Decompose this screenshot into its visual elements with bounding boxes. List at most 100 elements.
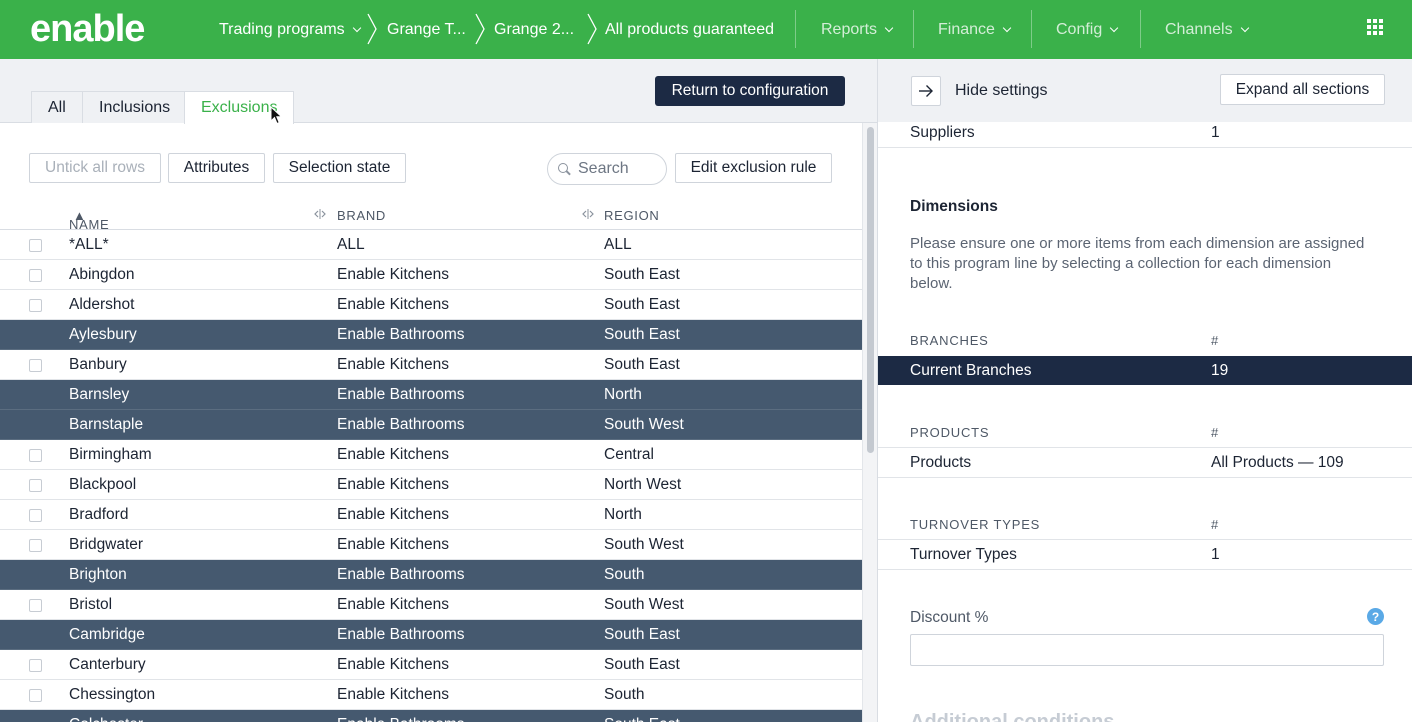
row-checkbox[interactable]: [29, 689, 42, 702]
chevron-down-icon: [352, 23, 361, 32]
expand-all-sections-label: Expand all sections: [1235, 80, 1370, 98]
arrow-right-icon: [919, 85, 933, 97]
cell-name: Barnsley: [69, 386, 130, 403]
tabs-header: All Inclusions Exclusions Return to conf…: [0, 59, 877, 124]
row-checkbox[interactable]: [29, 359, 42, 372]
table-row[interactable]: Brighton Enable Bathrooms South: [0, 560, 862, 590]
table-row[interactable]: Chessington Enable Kitchens South: [0, 680, 862, 710]
untick-all-rows-label: Untick all rows: [45, 159, 145, 176]
nav-finance[interactable]: Finance: [938, 0, 1012, 59]
cell-region: South East: [604, 266, 680, 283]
cell-name: Aylesbury: [69, 326, 137, 343]
nav-trading-programs[interactable]: Trading programs: [219, 0, 361, 59]
turnover-types-value: 1: [1211, 546, 1220, 563]
cell-name: Barnstaple: [69, 416, 144, 433]
table-row[interactable]: Colchester Enable Bathrooms South East: [0, 710, 862, 722]
nav-divider: [913, 10, 914, 48]
edit-exclusion-rule-button[interactable]: Edit exclusion rule: [675, 153, 832, 183]
selection-state-button[interactable]: Selection state: [273, 153, 406, 183]
search-icon: [558, 163, 570, 175]
row-checkbox[interactable]: [29, 269, 42, 282]
row-checkbox[interactable]: [29, 299, 42, 312]
cell-region: South West: [604, 596, 684, 613]
products-caption: PRODUCTS: [910, 425, 990, 440]
table-row[interactable]: Aylesbury Enable Bathrooms South East: [0, 320, 862, 350]
nav-config[interactable]: Config: [1056, 0, 1119, 59]
table-row[interactable]: Blackpool Enable Kitchens North West: [0, 470, 862, 500]
table-row[interactable]: Aldershot Enable Kitchens South East: [0, 290, 862, 320]
current-branches-row[interactable]: Current Branches 19: [878, 356, 1412, 385]
turnover-types-caption: TURNOVER TYPES: [910, 517, 1041, 532]
turnover-types-label: Turnover Types: [910, 546, 1017, 563]
discount-input[interactable]: [910, 634, 1384, 666]
cell-name: Abingdon: [69, 266, 135, 283]
table-row[interactable]: Abingdon Enable Kitchens South East: [0, 260, 862, 290]
breadcrumb-separator-icon: [587, 13, 597, 45]
table-row[interactable]: Canterbury Enable Kitchens South East: [0, 650, 862, 680]
table-row[interactable]: Barnstaple Enable Bathrooms South West: [0, 410, 862, 440]
column-resize-icon[interactable]: [582, 208, 594, 220]
cell-region: North: [604, 386, 642, 403]
cell-brand: Enable Kitchens: [337, 266, 450, 283]
cell-brand: Enable Bathrooms: [337, 626, 465, 643]
cell-region: South: [604, 686, 645, 703]
current-branches-value: 19: [1211, 362, 1229, 379]
turnover-count-caption: #: [1211, 517, 1220, 532]
app-grid-icon[interactable]: [1367, 19, 1383, 35]
table-row[interactable]: *ALL* ALL ALL: [0, 230, 862, 260]
row-checkbox[interactable]: [29, 479, 42, 492]
row-checkbox[interactable]: [29, 539, 42, 552]
search-input[interactable]: Search: [547, 153, 667, 185]
tab-all[interactable]: All: [31, 91, 83, 123]
cell-brand: ALL: [337, 236, 365, 253]
column-resize-icon[interactable]: [314, 208, 326, 220]
tab-label: All: [48, 98, 66, 116]
column-header-region[interactable]: REGION: [604, 208, 659, 223]
row-checkbox[interactable]: [29, 599, 42, 612]
table-row[interactable]: Banbury Enable Kitchens South East: [0, 350, 862, 380]
breadcrumb-grange-program[interactable]: Grange 2...: [494, 0, 574, 59]
tab-inclusions[interactable]: Inclusions: [82, 91, 188, 123]
nav-reports[interactable]: Reports: [821, 0, 894, 59]
nav-trading-programs-label: Trading programs: [219, 20, 345, 38]
settings-panel: Hide settings Expand all sections Suppli…: [877, 59, 1412, 722]
nav-divider: [1031, 10, 1032, 48]
cell-brand: Enable Kitchens: [337, 506, 450, 523]
cell-brand: Enable Kitchens: [337, 476, 450, 493]
expand-all-sections-button[interactable]: Expand all sections: [1220, 74, 1385, 105]
cell-region: South West: [604, 416, 684, 433]
help-icon[interactable]: ?: [1367, 608, 1384, 625]
dimensions-heading: Dimensions: [910, 198, 998, 215]
nav-finance-label: Finance: [938, 20, 995, 38]
column-header-name[interactable]: NAME ▲: [69, 208, 109, 232]
cell-region: South West: [604, 536, 684, 553]
table-row[interactable]: Barnsley Enable Bathrooms North: [0, 380, 862, 410]
top-navigation-bar: enable Trading programs Grange T... Gran…: [0, 0, 1412, 59]
row-checkbox[interactable]: [29, 449, 42, 462]
table-scrollbar[interactable]: [862, 123, 877, 722]
row-checkbox[interactable]: [29, 509, 42, 522]
row-checkbox[interactable]: [29, 659, 42, 672]
table-row[interactable]: Birmingham Enable Kitchens Central: [0, 440, 862, 470]
turnover-types-row[interactable]: Turnover Types 1: [878, 540, 1412, 570]
table-row[interactable]: Cambridge Enable Bathrooms South East: [0, 620, 862, 650]
chevron-down-icon: [884, 23, 894, 32]
row-checkbox[interactable]: [29, 239, 42, 252]
products-row[interactable]: Products All Products — 109: [878, 448, 1412, 478]
nav-channels[interactable]: Channels: [1165, 0, 1249, 59]
table-row[interactable]: Bridgwater Enable Kitchens South West: [0, 530, 862, 560]
return-to-configuration-button[interactable]: Return to configuration: [655, 76, 845, 106]
enable-logo[interactable]: enable: [30, 9, 180, 49]
cell-region: South East: [604, 716, 680, 722]
table-row[interactable]: Bradford Enable Kitchens North: [0, 500, 862, 530]
column-header-brand[interactable]: BRAND: [337, 208, 386, 223]
hide-settings-button[interactable]: [911, 76, 941, 106]
breadcrumb-separator-icon: [367, 13, 377, 45]
breadcrumb-grange-trading[interactable]: Grange T...: [387, 0, 466, 59]
attributes-button[interactable]: Attributes: [168, 153, 265, 183]
scrollbar-thumb[interactable]: [867, 127, 874, 453]
table-row[interactable]: Bristol Enable Kitchens South West: [0, 590, 862, 620]
untick-all-rows-button[interactable]: Untick all rows: [29, 153, 161, 183]
table-header: NAME ▲ BRAND REGION: [0, 199, 862, 232]
cell-region: South East: [604, 356, 680, 373]
